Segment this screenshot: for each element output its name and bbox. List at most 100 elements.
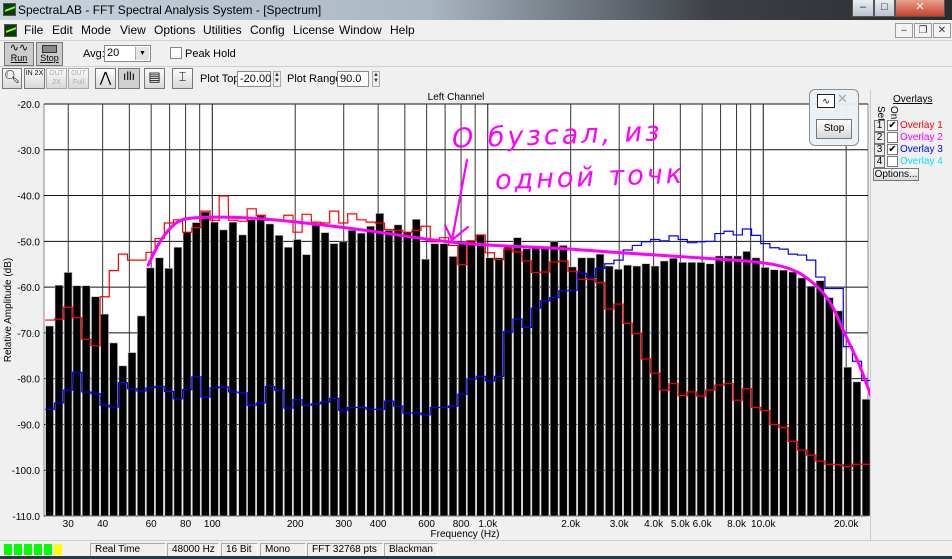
spectrum-bar (146, 267, 155, 517)
spectrum-bar (265, 223, 275, 517)
run-button[interactable]: ∿∿ Run (4, 42, 34, 66)
overlay-2-set-button[interactable]: 2 (874, 132, 885, 144)
spectrum-bar (770, 269, 779, 517)
spectrum-bar (696, 262, 706, 517)
menu-utilities[interactable]: Utilities (203, 23, 242, 37)
zoom-out-full-button[interactable]: OUT Full (68, 68, 89, 89)
spectrum-bar (109, 342, 118, 517)
overlay-3-set-button[interactable]: 3 (874, 144, 885, 156)
spectrum-bar (595, 253, 605, 517)
spectrum-bar (393, 224, 403, 517)
scale-button[interactable]: ⌶ (172, 68, 193, 89)
spectrum-bar (852, 381, 862, 517)
document-icon[interactable] (4, 24, 17, 37)
overlay-1-set-button[interactable]: 1 (874, 120, 885, 132)
overlay-4-set-button[interactable]: 4 (874, 156, 885, 168)
spectrum-plot-panel: Left Channel Frequency (Hz) Relative Amp… (0, 90, 870, 540)
level-led (14, 544, 22, 555)
close-icon[interactable]: ✕ (837, 91, 848, 107)
spectrum-bar (302, 254, 311, 517)
plot-top-input[interactable]: -20.00 (237, 71, 271, 87)
overlay-options-button[interactable]: Options... (873, 168, 919, 181)
menu-help[interactable]: Help (390, 23, 415, 37)
floating-control-window: ∿ ✕ Stop (809, 89, 859, 146)
overlay-3-label: Overlay 3 (900, 144, 943, 155)
spectrum-bar (660, 260, 669, 517)
overlay-4-label: Overlay 4 (900, 156, 943, 167)
y-tick-label: -30.0 (17, 146, 40, 157)
spectrum-bar (45, 325, 54, 517)
spectrum-bar (238, 234, 247, 517)
x-tick-label: 6.0k (693, 519, 713, 530)
spectrum-bar (513, 237, 522, 517)
spectrum-bar (375, 213, 384, 517)
status-mode: Real Time (90, 543, 166, 557)
plot-range-spinner[interactable]: ▲ ▼ (372, 71, 380, 87)
zoom-in-2x-button[interactable]: IN 2X (24, 68, 45, 89)
menu-mode[interactable]: Mode (81, 23, 111, 37)
spectrum-bar (256, 214, 265, 517)
avg-label: Avg: (83, 48, 105, 60)
close-button[interactable]: ✕ (895, 0, 945, 17)
maximize-button[interactable]: □ (874, 0, 895, 17)
zoom-out-2x-button[interactable]: OUT 2X (46, 68, 67, 89)
spectrum-bar (779, 269, 788, 517)
peak-hold-checkbox[interactable] (170, 47, 182, 59)
spectrum-bar (632, 265, 641, 517)
minimize-button[interactable]: – (852, 0, 874, 17)
peak-hold-label: Peak Hold (185, 48, 236, 60)
status-bit-depth: 16 Bit (221, 543, 258, 557)
mdi-minimize-button[interactable]: – (895, 23, 913, 38)
x-tick-label: 5.0k (671, 519, 691, 530)
mdi-restore-button[interactable]: ❐ (914, 23, 932, 38)
float-stop-button[interactable]: Stop (816, 119, 852, 139)
zoom-magnifier-button[interactable]: 🔍︎ (2, 68, 22, 89)
overlay-4-checkbox[interactable] (887, 156, 898, 167)
spectrum-bar (284, 246, 293, 517)
spectrum-bar (568, 266, 577, 517)
spectrum-bar (320, 232, 330, 517)
plot-settings-button[interactable]: ▤ (144, 68, 165, 89)
on-column-header: On (888, 106, 899, 120)
overlay-1-checkbox[interactable]: ✔ (887, 120, 898, 131)
spectrum-bar (329, 243, 339, 517)
x-tick-label: 1.0k (478, 519, 498, 530)
line-plot-button[interactable]: ⋀ (95, 68, 116, 89)
bar-graph-icon: ıllı (123, 69, 135, 83)
menu-file[interactable]: File (24, 23, 43, 37)
bar-plot-button[interactable]: ıllı (118, 68, 140, 89)
spectrum-bar (458, 241, 467, 517)
menu-license[interactable]: License (293, 23, 334, 37)
menu-window[interactable]: Window (339, 23, 382, 37)
chevron-down-icon[interactable]: ▼ (135, 47, 149, 60)
avg-select[interactable]: 20 ▼ (104, 45, 151, 62)
plot-top-spinner[interactable]: ▲ ▼ (273, 71, 281, 87)
stop-button[interactable]: Stop (36, 42, 63, 66)
spectrum-bar (430, 243, 440, 517)
overlays-panel: Overlays Set On 1 ✔ Overlay 1 2 Overlay … (870, 90, 952, 540)
spectrum-bar (604, 265, 614, 517)
menu-view[interactable]: View (120, 23, 146, 37)
plot-range-input[interactable]: 90.0 (337, 71, 369, 87)
spectrum-bar (815, 280, 825, 517)
vertical-scale-icon: ⌶ (178, 69, 187, 84)
spectrum-bar (503, 245, 513, 517)
spectrum-bar (118, 365, 128, 517)
spectrum-chart[interactable]: Left Channel Frequency (Hz) Relative Amp… (0, 90, 870, 540)
menu-edit[interactable]: Edit (52, 23, 73, 37)
menu-options[interactable]: Options (154, 23, 195, 37)
x-tick-label: 4.0k (644, 519, 664, 530)
overlay-2-checkbox[interactable] (887, 132, 898, 143)
line-graph-icon: ⋀ (99, 69, 112, 85)
spectrum-bar (100, 313, 109, 517)
spectrum-bar (733, 255, 742, 517)
x-tick-label: 20.0k (834, 519, 859, 530)
menu-bar: File Edit Mode View Options Utilities Co… (0, 20, 952, 40)
overlay-3-checkbox[interactable]: ✔ (887, 144, 898, 155)
spectrum-bar (825, 297, 834, 517)
mdi-close-button[interactable]: ✕ (933, 23, 951, 38)
menu-config[interactable]: Config (250, 23, 285, 37)
y-tick-label: -50.0 (17, 237, 40, 248)
x-tick-label: 600 (418, 519, 435, 530)
x-axis-label: Frequency (Hz) (431, 529, 500, 540)
